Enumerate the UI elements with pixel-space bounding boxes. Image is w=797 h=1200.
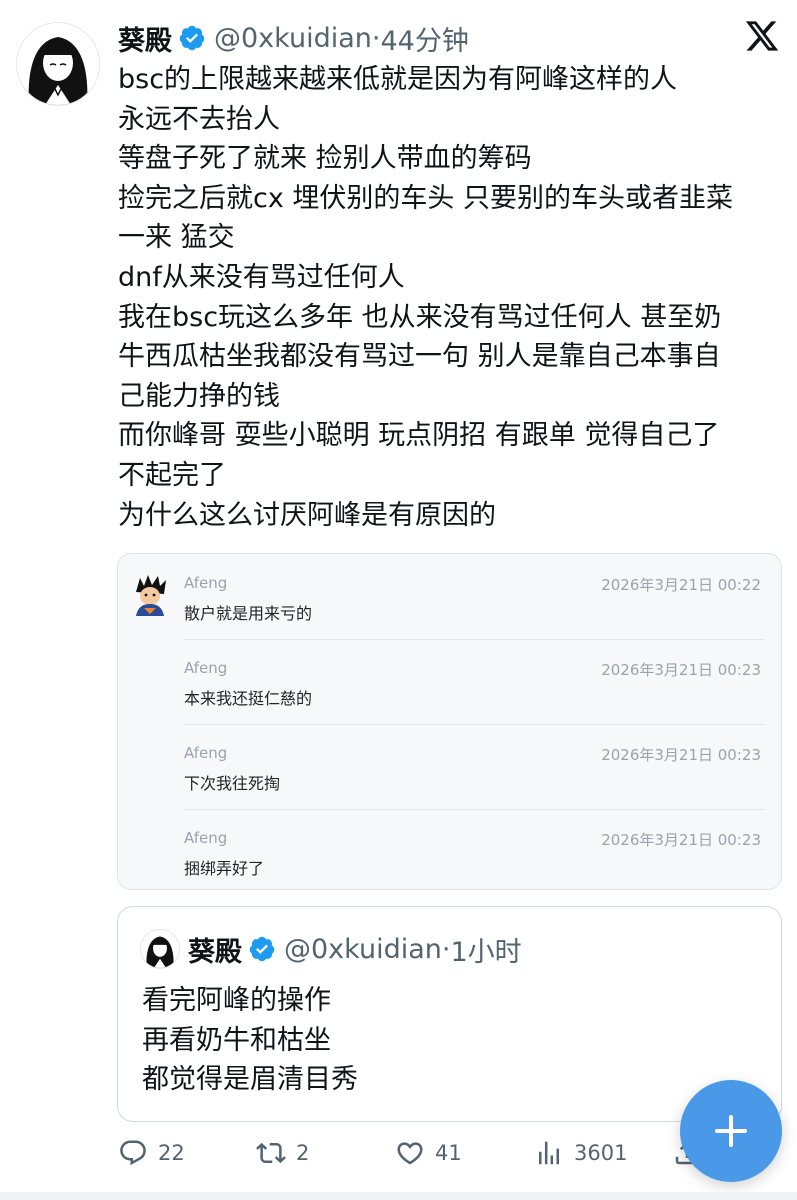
chat-sender-name: Afeng	[184, 829, 228, 847]
bottom-separator	[0, 1192, 797, 1200]
views-chart-icon	[539, 1141, 559, 1165]
views-button[interactable]: 3601	[534, 1128, 627, 1178]
retweet-count: 2	[296, 1141, 310, 1165]
tweet-line: 一来 猛交	[118, 222, 235, 254]
tweet-line: 而你峰哥 耍些小聪明 玩点阴招 有跟单 觉得自己了	[118, 420, 720, 452]
like-count: 41	[435, 1141, 462, 1165]
tweet-header: 葵殿 @0xkuidian · 44分钟	[118, 18, 469, 58]
tweet-line: dnf从来没有骂过任何人	[118, 261, 405, 293]
chat-message-text: 捆绑弄好了	[184, 859, 265, 878]
chat-message: Afeng 2026年3月21日 00:23 下次我往死掏	[118, 724, 781, 809]
quoted-author-handle: @0xkuidian	[284, 933, 442, 965]
like-button[interactable]: 41	[395, 1128, 462, 1178]
reply-count: 22	[158, 1141, 185, 1165]
x-logo-icon[interactable]	[744, 18, 780, 54]
retweet-icon	[256, 1142, 286, 1164]
quoted-tweet-timestamp: 1小时	[450, 936, 522, 968]
author-handle[interactable]: @0xkuidian	[214, 23, 372, 54]
author-name[interactable]: 葵殿	[118, 19, 172, 58]
author-avatar[interactable]	[16, 22, 100, 106]
tweet-line: bsc的上限越来越来低就是因为有阿峰这样的人	[118, 64, 678, 95]
quoted-tweet[interactable]: 葵殿 @0xkuidian · 1小时 看完阿峰的操作 再看奶牛和枯坐 都觉得是…	[117, 906, 782, 1122]
chat-message-time: 2026年3月21日 00:22	[601, 576, 761, 594]
compose-button[interactable]	[680, 1080, 782, 1182]
verified-badge-icon	[249, 936, 275, 962]
quoted-tweet-line: 都觉得是眉清目秀	[142, 1064, 358, 1096]
tweet-line: 捡完之后就cx 埋伏别的车头 只要别的车头或者韭菜	[118, 182, 733, 214]
tweet-line: 永远不去抬人	[118, 103, 280, 135]
chat-message: Afeng 2026年3月21日 00:23 捆绑弄好了	[118, 809, 781, 889]
heart-icon	[397, 1142, 423, 1165]
separator-dot: ·	[441, 933, 451, 965]
chat-sender-name: Afeng	[184, 574, 228, 592]
quoted-tweet-text: 看完阿峰的操作 再看奶牛和枯坐 都觉得是眉清目秀	[142, 981, 358, 1100]
chat-message-time: 2026年3月21日 00:23	[601, 746, 761, 764]
tweet-line: 己能力挣的钱	[118, 380, 280, 412]
quoted-tweet-line: 再看奶牛和枯坐	[142, 1024, 331, 1056]
reply-icon	[120, 1140, 146, 1166]
tweet-text: bsc的上限越来越来低就是因为有阿峰这样的人 永远不去抬人 等盘子死了就来 捡别…	[118, 60, 778, 535]
reply-button[interactable]: 22	[118, 1128, 185, 1178]
chat-divider	[184, 809, 765, 810]
chat-sender-avatar	[128, 572, 172, 616]
chat-message-text: 本来我还挺仁慈的	[184, 689, 313, 708]
chat-message-text: 散户就是用来亏的	[184, 604, 313, 623]
view-count: 3601	[574, 1141, 628, 1165]
quoted-author-avatar	[140, 929, 180, 969]
chat-message-text: 下次我往死掏	[184, 774, 281, 793]
chat-message: Afeng 2026年3月21日 00:23 本来我还挺仁慈的	[118, 639, 781, 724]
verified-badge-icon	[179, 25, 205, 51]
chat-sender-name: Afeng	[184, 659, 228, 677]
tweet-line: 等盘子死了就来 捡别人带血的筹码	[118, 143, 532, 175]
quoted-tweet-header: 葵殿 @0xkuidian · 1小时	[188, 929, 522, 969]
retweet-button[interactable]: 2	[256, 1128, 309, 1178]
chat-message: Afeng 2026年3月21日 00:22 散户就是用来亏的	[118, 554, 781, 639]
tweet-line: 牛西瓜枯坐我都没有骂过一句 别人是靠自己本事自	[118, 341, 721, 373]
chat-message-time: 2026年3月21日 00:23	[601, 661, 761, 679]
quoted-author-name: 葵殿	[188, 936, 242, 968]
plus-icon	[715, 1115, 747, 1147]
tweet-line: 为什么这么讨厌阿峰是有原因的	[118, 499, 496, 531]
tweet-action-bar: 22 2 41 3601	[0, 1128, 797, 1178]
quoted-tweet-line: 看完阿峰的操作	[142, 985, 331, 1016]
tweet-line: 不起完了	[118, 459, 226, 491]
attached-chat-screenshot[interactable]: Afeng 2026年3月21日 00:22 散户就是用来亏的 Afeng 20…	[117, 553, 782, 890]
chat-message-time: 2026年3月21日 00:23	[601, 831, 761, 849]
chat-sender-name: Afeng	[184, 744, 228, 762]
chat-divider	[184, 639, 765, 640]
chat-divider	[184, 724, 765, 725]
tweet-line: 我在bsc玩这么多年 也从来没有骂过任何人 甚至奶	[118, 301, 722, 333]
separator-dot: ·	[371, 22, 381, 54]
tweet-timestamp[interactable]: 44分钟	[380, 19, 468, 58]
